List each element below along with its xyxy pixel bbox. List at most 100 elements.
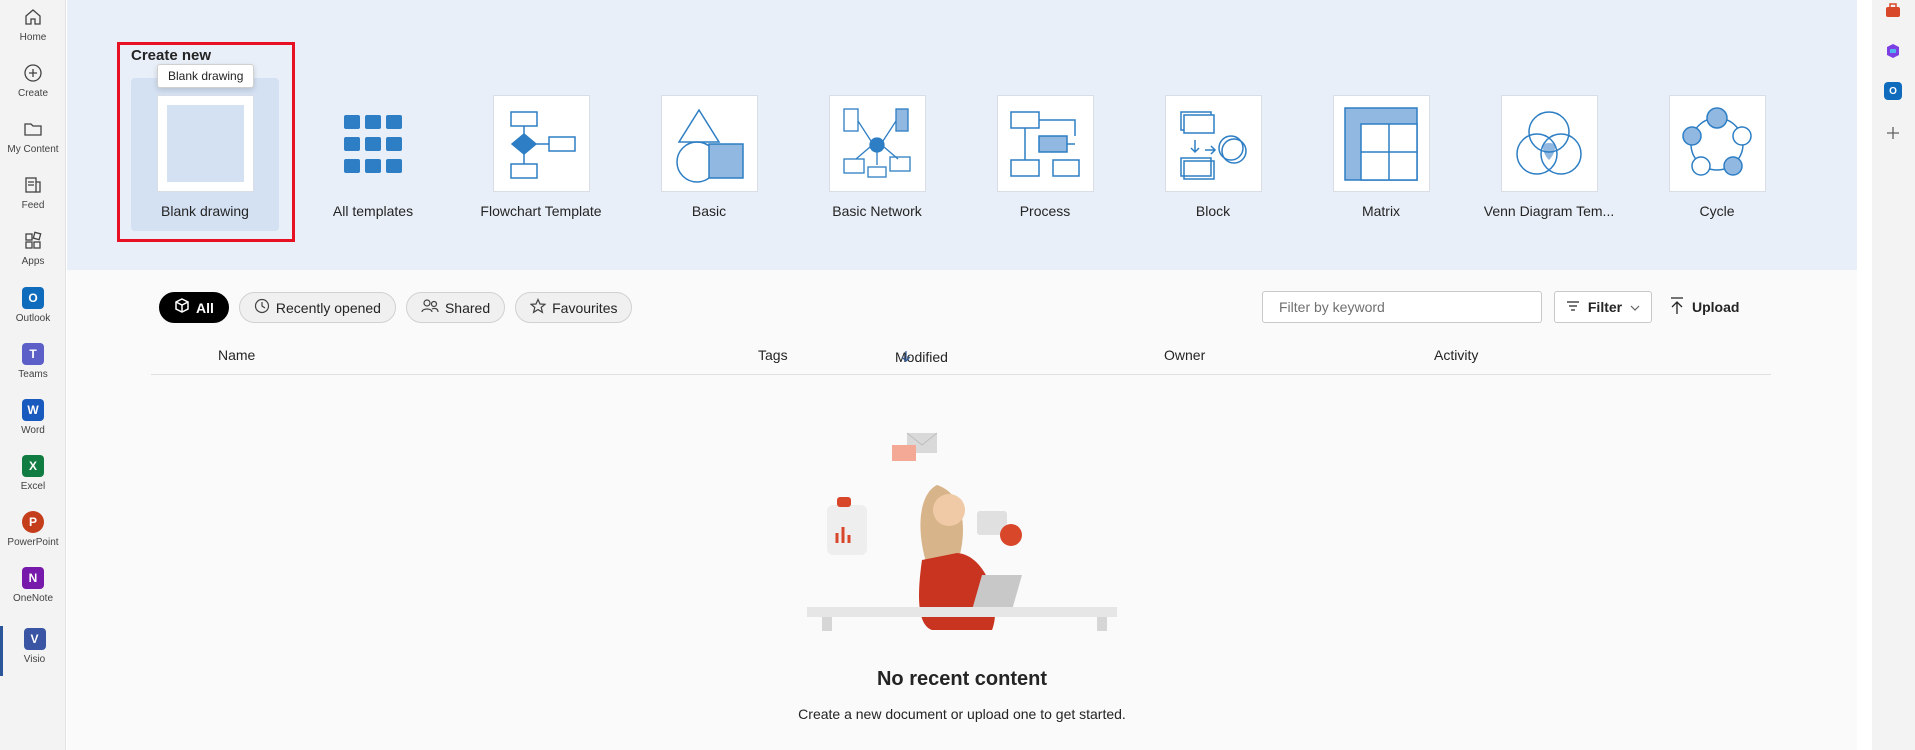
rail-item-onenote[interactable]: N OneNote <box>0 565 66 615</box>
column-header-owner[interactable]: Owner <box>1164 347 1205 363</box>
folder-icon <box>20 116 46 142</box>
rail-label: PowerPoint <box>7 537 59 548</box>
upload-button[interactable]: Upload <box>1670 291 1739 323</box>
empty-state-subtitle: Create a new document or upload one to g… <box>798 706 1126 722</box>
home-icon <box>20 4 46 30</box>
template-label: Block <box>1195 203 1231 219</box>
feed-icon <box>20 172 46 198</box>
column-header-name[interactable]: Name <box>218 347 255 363</box>
rail-label: Apps <box>21 256 45 267</box>
powerpoint-icon: P <box>20 509 46 535</box>
word-icon: W <box>20 397 46 423</box>
rail-item-excel[interactable]: X Excel <box>0 453 66 503</box>
app-rail: Home Create My Content Feed Apps O Outlo… <box>0 0 66 750</box>
template-label: Venn Diagram Tem... <box>1483 203 1615 219</box>
template-process[interactable]: Process <box>970 95 1120 219</box>
copilot-icon[interactable] <box>1882 40 1904 62</box>
teams-icon: T <box>20 341 46 367</box>
rail-label: Excel <box>20 481 46 492</box>
flowchart-thumbnail-icon <box>492 95 590 192</box>
pill-shared[interactable]: Shared <box>405 292 506 323</box>
rail-item-visio[interactable]: V Visio <box>0 626 66 676</box>
selection-highlight-box <box>117 42 295 242</box>
pill-favourites[interactable]: Favourites <box>515 292 633 323</box>
column-header-activity[interactable]: Activity <box>1434 347 1478 363</box>
pill-recently-opened[interactable]: Recently opened <box>238 292 396 323</box>
template-matrix[interactable]: Matrix <box>1306 95 1456 219</box>
arrow-down-icon <box>901 349 911 365</box>
rail-label: Create <box>17 88 48 99</box>
template-cycle[interactable]: Cycle <box>1642 95 1792 219</box>
chevron-down-icon <box>1630 299 1640 315</box>
block-thumbnail-icon <box>1164 95 1262 192</box>
filter-keyword-input[interactable] <box>1262 291 1542 323</box>
plus-circle-icon <box>20 60 46 86</box>
template-block[interactable]: Block <box>1138 95 1288 219</box>
pill-label: Shared <box>444 299 491 316</box>
rail-label: My Content <box>7 144 59 155</box>
empty-state-illustration <box>807 425 1127 645</box>
star-icon <box>529 298 547 317</box>
add-icon[interactable] <box>1882 122 1904 144</box>
column-header-tags[interactable]: Tags <box>758 347 788 363</box>
template-label: Basic <box>691 203 727 219</box>
rail-item-powerpoint[interactable]: P PowerPoint <box>0 509 66 559</box>
template-label: All templates <box>332 203 414 219</box>
rail-label: Visio <box>23 654 46 665</box>
pill-label: Recently opened <box>275 299 381 316</box>
template-label: Basic Network <box>832 203 922 219</box>
rail-label: Word <box>21 425 45 436</box>
content-table-header: Name Tags Modified Owner Activity <box>151 345 1771 375</box>
pill-label: Favourites <box>552 299 618 316</box>
clock-icon <box>254 298 270 317</box>
upload-icon <box>1670 296 1684 318</box>
matrix-thumbnail-icon <box>1332 95 1430 192</box>
create-new-section: Create new Blank drawing All templates F… <box>67 0 1857 270</box>
network-thumbnail-icon <box>828 95 926 192</box>
rail-item-teams[interactable]: T Teams <box>0 341 66 391</box>
rail-label: Feed <box>21 200 45 211</box>
side-pane-rail: O <box>1872 0 1915 750</box>
empty-state-title: No recent content <box>876 668 1048 690</box>
template-label: Flowchart Template <box>480 203 602 219</box>
rail-item-outlook[interactable]: O Outlook <box>0 285 66 335</box>
rail-item-apps[interactable]: Apps <box>0 228 66 278</box>
template-label: Cycle <box>1699 203 1735 219</box>
visio-icon: V <box>22 626 48 652</box>
briefcase-icon[interactable] <box>1882 0 1904 22</box>
cube-icon <box>174 298 190 317</box>
template-label: Matrix <box>1361 203 1401 219</box>
template-flowchart[interactable]: Flowchart Template <box>466 95 616 219</box>
onenote-icon: N <box>20 565 46 591</box>
filter-button[interactable]: Filter <box>1554 291 1652 323</box>
rail-item-feed[interactable]: Feed <box>0 172 66 222</box>
filter-pills: All Recently opened Shared Favourites <box>159 292 633 323</box>
pill-label: All <box>196 299 214 316</box>
rail-label: Teams <box>18 369 48 380</box>
excel-icon: X <box>20 453 46 479</box>
outlook-icon[interactable]: O <box>1882 80 1904 102</box>
venn-thumbnail-icon <box>1500 95 1598 192</box>
template-venn-diagram[interactable]: Venn Diagram Tem... <box>1474 95 1624 219</box>
rail-item-word[interactable]: W Word <box>0 397 66 447</box>
template-label: Process <box>1019 203 1071 219</box>
outlook-icon: O <box>20 285 46 311</box>
rail-label: Home <box>19 32 47 43</box>
pill-all[interactable]: All <box>159 292 229 323</box>
template-basic-network[interactable]: Basic Network <box>802 95 952 219</box>
rail-item-home[interactable]: Home <box>0 4 66 54</box>
people-icon <box>421 298 439 317</box>
template-basic[interactable]: Basic <box>634 95 784 219</box>
rail-item-my-content[interactable]: My Content <box>0 116 66 166</box>
basic-shapes-thumbnail-icon <box>660 95 758 192</box>
apps-icon <box>20 228 46 254</box>
main-content: Create new Blank drawing All templates F… <box>67 0 1857 750</box>
rail-item-create[interactable]: Create <box>0 60 66 110</box>
cycle-thumbnail-icon <box>1668 95 1766 192</box>
filter-lines-icon <box>1566 299 1580 315</box>
upload-button-label: Upload <box>1692 299 1740 315</box>
template-all-templates[interactable]: All templates <box>298 95 448 219</box>
filter-button-label: Filter <box>1587 299 1623 315</box>
rail-label: Outlook <box>15 313 51 324</box>
rail-label: OneNote <box>12 593 54 604</box>
